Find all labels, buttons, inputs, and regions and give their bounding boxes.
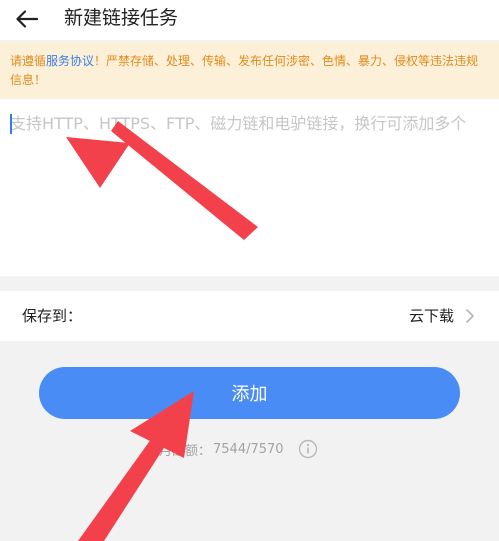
service-agreement-link[interactable]: 服务协议	[46, 54, 94, 68]
add-button[interactable]: 添加	[39, 367, 460, 419]
link-input[interactable]	[0, 99, 499, 276]
arrow-left-icon	[16, 10, 38, 28]
compliance-notice: 请遵循服务协议！严禁存储、处理、传输、发布任何涉密、色情、暴力、侵权等违法违规信…	[0, 42, 499, 99]
link-input-area	[0, 99, 499, 276]
save-to-value: 云下载	[408, 307, 454, 325]
monthly-quota: 本月配额： 7544/7570	[146, 437, 318, 461]
quota-label: 本月配额：	[146, 443, 212, 459]
back-button[interactable]	[12, 4, 42, 34]
text-caret	[10, 114, 12, 134]
page-title: 新建链接任务	[64, 7, 179, 29]
chevron-right-icon	[466, 309, 474, 323]
notice-prefix: 请遵循	[10, 54, 47, 68]
top-bar: 新建链接任务	[0, 0, 499, 40]
save-to-row[interactable]: 保存到： 云下载	[0, 291, 499, 341]
info-icon[interactable]	[298, 439, 318, 459]
save-to-label: 保存到：	[22, 307, 83, 325]
quota-value: 7544/7570	[213, 441, 284, 457]
